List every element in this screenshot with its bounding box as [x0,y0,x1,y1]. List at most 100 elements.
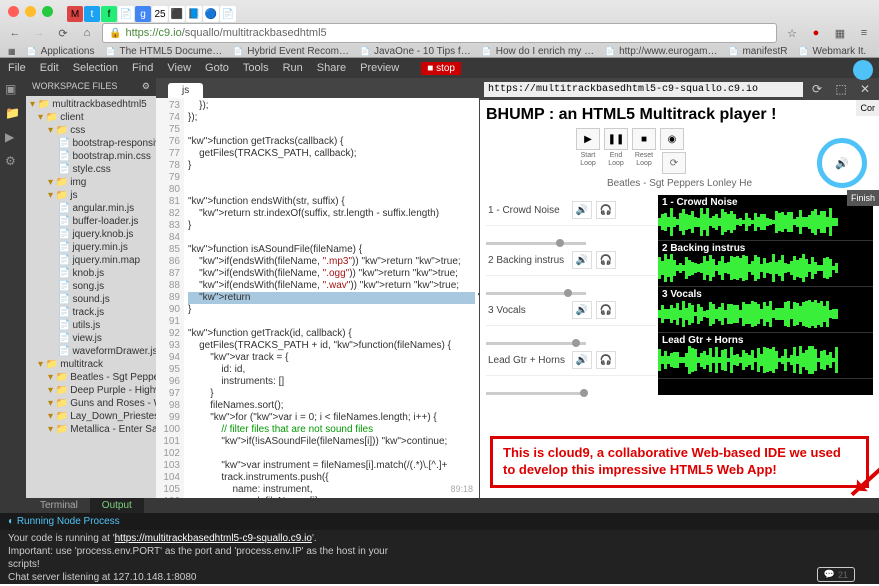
tree-item[interactable]: ▾ 📁 client [28,111,154,124]
bookmark-item[interactable]: 📄Webmark It. [797,45,866,57]
tree-item[interactable]: 📄 waveformDrawer.js [28,345,154,358]
address-bar[interactable]: 🔒 https://c9.io/squallo/multitrackbasedh… [102,23,777,43]
record-button[interactable]: ◉ [660,128,684,150]
terminal-output[interactable]: Your code is running at 'https://multitr… [0,530,879,586]
forward-button[interactable]: → [30,24,48,42]
menu-preview[interactable]: Preview [360,62,399,74]
tree-item[interactable]: ▾ 📁 Metallica - Enter Sandm [28,423,154,436]
solo-button[interactable]: 🎧 [596,301,616,319]
tree-item[interactable]: 📄 knob.js [28,267,154,280]
bookmark-item[interactable]: 📄Applications [26,45,95,57]
menu-icon[interactable]: ≡ [855,24,873,42]
cor-tab[interactable]: Cor [856,100,879,116]
tree-item[interactable]: 📄 song.js [28,280,154,293]
maximize-window-icon[interactable] [42,6,53,17]
solo-button[interactable]: 🎧 [596,251,616,269]
stop-button[interactable]: ■ [632,128,656,150]
menu-run[interactable]: Run [283,62,303,74]
menu-view[interactable]: View [167,62,191,74]
bookmark-item[interactable]: 📄manifestR [727,45,787,57]
star-icon[interactable]: ☆ [783,24,801,42]
comment-bubble[interactable]: 💬 21 [817,567,855,582]
tree-item[interactable]: ▾ 📁 img [28,176,154,189]
tree-item[interactable]: ▾ 📁 Beatles - Sgt Peppers Lo [28,371,154,384]
menu-file[interactable]: File [8,62,26,74]
tab-icon[interactable]: 25 [152,6,168,22]
workspace-icon[interactable]: ▣ [5,82,21,98]
bookmark-item[interactable]: 📄http://www.eurogam… [604,45,717,57]
cloud9-logo-icon[interactable] [853,60,873,80]
code-pane[interactable]: 73 74 75 76 77 78 79 80 81 82 83 84 85 8… [156,98,479,498]
tab-icon[interactable]: M [67,6,83,22]
editor-tab[interactable]: js [168,83,203,98]
ext-icon[interactable]: ● [807,24,825,42]
tree-item[interactable]: 📄 bootstrap.min.css [28,150,154,163]
home-button[interactable]: ⌂ [78,24,96,42]
menu-share[interactable]: Share [317,62,346,74]
tree-item[interactable]: ▾ 📁 multitrack [28,358,154,371]
waveform[interactable]: 3 Vocals [658,287,873,333]
preview-url-input[interactable] [484,82,803,97]
mute-button[interactable]: 🔊 [572,351,592,369]
menu-tools[interactable]: Tools [243,62,269,74]
tree-item[interactable]: 📄 buffer-loader.js [28,215,154,228]
pause-button[interactable]: ❚❚ [604,128,628,150]
mute-button[interactable]: 🔊 [572,201,592,219]
tree-item[interactable]: 📄 bootstrap-responsive.min [28,137,154,150]
volume-slider[interactable] [486,242,586,245]
tree-item[interactable]: 📄 jquery.knob.js [28,228,154,241]
stop-button[interactable]: ■ stop [421,62,461,75]
tree-item[interactable]: ▾ 📁 multitrackbasedhtml5 [28,98,154,111]
volume-slider[interactable] [486,342,586,345]
tab-icon[interactable]: t [84,6,100,22]
loop-reload-button[interactable]: ⟳ [662,152,686,174]
bookmark-item[interactable]: 📄The HTML5 Docume… [104,45,222,57]
volume-slider[interactable] [486,292,586,295]
menu-selection[interactable]: Selection [73,62,118,74]
tree-item[interactable]: ▾ 📁 Lay_Down_Priestess [28,410,154,423]
play-button[interactable]: ▶ [576,128,600,150]
bookmark-item[interactable]: 📄JavaOne - 10 Tips f… [359,45,471,57]
tab-icon[interactable]: 📘 [186,6,202,22]
tab-icon[interactable]: ⬛ [169,6,185,22]
popout-icon[interactable]: ⬚ [831,80,851,98]
volume-slider[interactable] [486,392,586,395]
menu-goto[interactable]: Goto [205,62,229,74]
tree-item[interactable]: 📄 jquery.min.map [28,254,154,267]
tree-item[interactable]: ▾ 📁 css [28,124,154,137]
gear-icon[interactable]: ⚙ [142,81,150,93]
close-icon[interactable]: ✕ [855,80,875,98]
tree-item[interactable]: ▾ 📁 Guns and Roses - Welco [28,397,154,410]
solo-button[interactable]: 🎧 [596,351,616,369]
tab-icon[interactable]: g [135,6,151,22]
menu-find[interactable]: Find [132,62,153,74]
ext-icon[interactable]: ▦ [831,24,849,42]
tree-item[interactable]: ▾ 📁 js [28,189,154,202]
reload-button[interactable]: ⟳ [54,24,72,42]
tab-icon[interactable]: 🔵 [203,6,219,22]
terminal-tab[interactable]: Terminal [28,498,90,513]
tree-item[interactable]: 📄 track.js [28,306,154,319]
gear-icon[interactable]: ⚙ [5,154,21,170]
solo-button[interactable]: 🎧 [596,201,616,219]
master-volume-knob[interactable]: 🔊 [817,138,867,188]
files-icon[interactable]: 📁 [5,106,21,122]
mute-button[interactable]: 🔊 [572,301,592,319]
output-tab[interactable]: Output [90,498,144,513]
waveform[interactable]: Lead Gtr + Horns [658,333,873,379]
back-button[interactable]: ← [6,24,24,42]
tree-item[interactable]: 📄 jquery.min.js [28,241,154,254]
tab-icon[interactable]: 📄 [220,6,236,22]
reload-icon[interactable]: ⟳ [807,80,827,98]
tree-item[interactable]: 📄 sound.js [28,293,154,306]
tree-item[interactable]: 📄 angular.min.js [28,202,154,215]
bookmark-item[interactable]: 📄Hybrid Event Recom… [232,45,349,57]
code-content[interactable]: }); }); "kw">function getTracks(callback… [184,98,479,498]
tree-item[interactable]: ▾ 📁 Deep Purple - Highway S [28,384,154,397]
tree-item[interactable]: 📄 style.css [28,163,154,176]
tab-icon[interactable]: 📄 [118,6,134,22]
waveform[interactable]: 2 Backing instrus [658,241,873,287]
close-window-icon[interactable] [8,6,19,17]
mute-button[interactable]: 🔊 [572,251,592,269]
waveform[interactable]: 1 - Crowd Noise [658,195,873,241]
